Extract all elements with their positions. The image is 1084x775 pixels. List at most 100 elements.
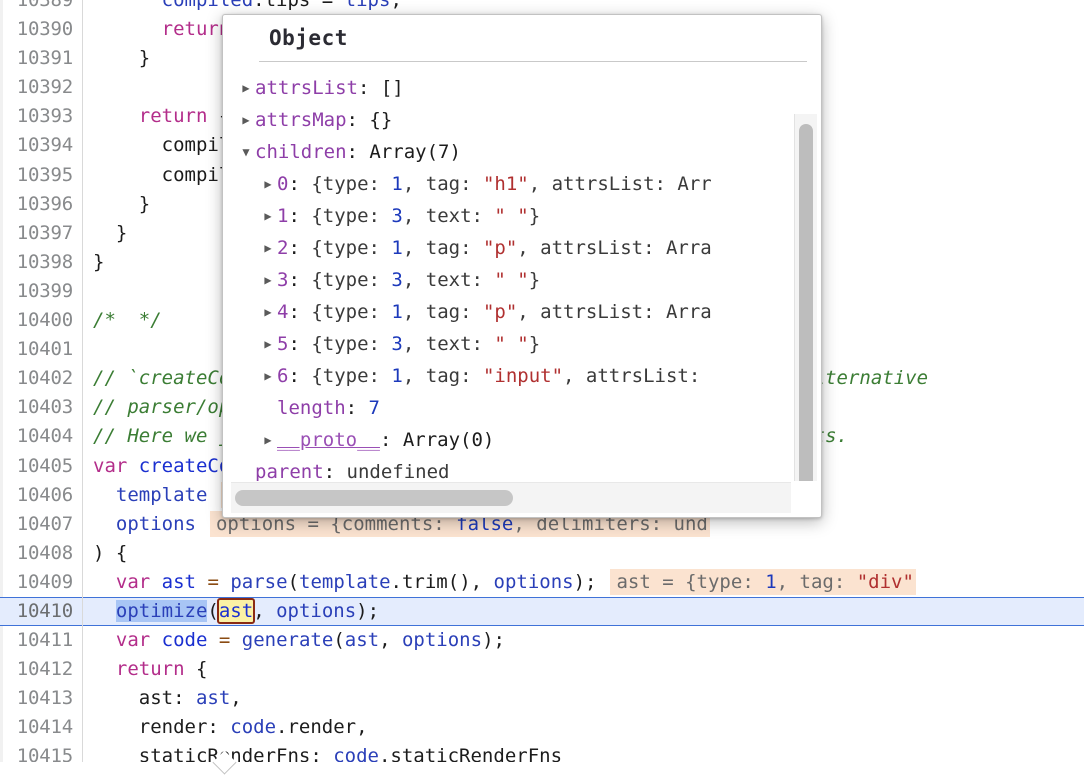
object-tree-row[interactable]: ▶ 5: {type: 3, text: " "} — [223, 328, 821, 360]
tree-token: 3 — [391, 333, 403, 355]
object-tree-row[interactable]: ▶ attrsList: [] — [223, 72, 821, 104]
tree-token: "h1" — [482, 173, 529, 195]
popup-horizontal-scroll-thumb[interactable] — [235, 490, 513, 506]
tree-token: children — [255, 141, 347, 163]
object-tree-row[interactable]: ▼ children: Array(7) — [223, 136, 821, 168]
inline-debug-value[interactable]: ast = {type: 1, tag: "div" — [610, 568, 916, 595]
tree-token: {} — [369, 109, 393, 131]
object-tree-row[interactable]: ▶ 6: {type: 1, tag: "input", attrsList: — [223, 360, 821, 392]
code-line[interactable]: 10408) { — [0, 538, 1084, 568]
object-tree[interactable]: ▶ attrsList: [] ▶ attrsMap: {} ▼ children: Ar… — [223, 66, 821, 481]
tree-token: 1 — [391, 237, 403, 259]
disclosure-collapsed-icon[interactable]: ▶ — [259, 296, 277, 328]
inline-debug-token: ast = {type: — [616, 570, 766, 593]
disclosure-expanded-icon[interactable]: ▼ — [237, 136, 255, 168]
popup-tree-body[interactable]: ▶ attrsList: [] ▶ attrsMap: {} ▼ children: Ar… — [223, 66, 821, 481]
gutter-divider — [82, 335, 83, 365]
code-line[interactable]: 10415 staticRenderFns: code.staticRender… — [0, 742, 1084, 762]
object-tree-row[interactable]: ▶ 2: {type: 1, tag: "p", attrsList: Arra — [223, 232, 821, 264]
tree-token: 3 — [277, 269, 289, 291]
popup-horizontal-scrollbar[interactable] — [231, 482, 791, 513]
tree-token: 0 — [277, 173, 289, 195]
code-token: (), — [447, 570, 494, 593]
tree-token: " " — [494, 205, 529, 227]
tree-token: {type: — [311, 205, 392, 227]
tree-token: , attrsList: Arr — [528, 173, 712, 195]
tree-token: " " — [494, 269, 529, 291]
disclosure-collapsed-icon[interactable]: ▶ — [259, 200, 277, 232]
object-tree-row[interactable]: ▶ __proto__: Array(0) — [223, 424, 821, 456]
code-line[interactable]: 10411 var code = generate(ast, options); — [0, 626, 1084, 656]
disclosure-collapsed-icon[interactable]: ▶ — [259, 424, 277, 456]
object-tree-row[interactable]: ·parent: undefined — [223, 456, 821, 481]
object-tree-row[interactable]: ▶ 4: {type: 1, tag: "p", attrsList: Arra — [223, 296, 821, 328]
tree-token: , attrsList: Arra — [517, 301, 712, 323]
code-line-current[interactable]: 10410 optimize(ast, options); — [0, 596, 1084, 627]
code-line[interactable]: 10412 return { — [0, 655, 1084, 685]
code-line[interactable]: 10389 compiled.tips = tips; — [0, 0, 1084, 16]
disclosure-collapsed-icon[interactable]: ▶ — [259, 232, 277, 264]
object-tree-row[interactable]: ▶ attrsMap: {} — [223, 104, 821, 136]
disclosure-collapsed-icon[interactable]: ▶ — [259, 360, 277, 392]
disclosure-collapsed-icon[interactable]: ▶ — [259, 264, 277, 296]
gutter-divider — [82, 276, 83, 307]
object-tree-row[interactable]: ▶ 0: {type: 1, tag: "h1", attrsList: Arr — [223, 168, 821, 200]
line-number: 10393 — [16, 105, 73, 128]
code-token: code — [333, 745, 379, 762]
code-line[interactable]: 10409 var ast = parse(template.trim(), o… — [0, 567, 1084, 597]
disclosure-placeholder-icon: · — [237, 456, 255, 481]
code-token: ); — [482, 629, 505, 652]
code-token: ast — [216, 597, 256, 624]
tree-token: : — [288, 365, 312, 387]
tree-token: , attrsList: — [563, 365, 701, 387]
code-token: generate — [241, 629, 334, 652]
line-number: 10414 — [16, 716, 73, 739]
tree-token: : — [357, 77, 381, 99]
code-token: ast — [161, 570, 196, 593]
disclosure-collapsed-icon[interactable]: ▶ — [259, 168, 277, 200]
line-number: 10405 — [16, 454, 73, 477]
object-tree-row[interactable]: ▶ 1: {type: 3, text: " "} — [223, 200, 821, 232]
code-text: var ast = parse(template.trim(), options… — [83, 568, 1084, 597]
inline-debug-token: , tag: — [776, 570, 857, 593]
disclosure-collapsed-icon[interactable]: ▶ — [237, 72, 255, 104]
code-token: return — [115, 658, 185, 681]
object-tree-row[interactable]: ·length: 7 — [223, 392, 821, 424]
code-text: optimize(ast, options); — [83, 597, 1084, 626]
code-token: = — [207, 570, 219, 593]
tree-token: __proto__ — [277, 429, 380, 451]
disclosure-placeholder-icon: · — [259, 392, 277, 424]
line-number: 10394 — [16, 134, 73, 157]
line-number: 10413 — [16, 687, 73, 710]
line-number: 10391 — [16, 47, 73, 70]
disclosure-collapsed-icon[interactable]: ▶ — [237, 104, 255, 136]
popup-vertical-scroll-thumb[interactable] — [799, 124, 813, 481]
popup-vertical-scrollbar[interactable] — [794, 114, 817, 481]
code-token: ast — [344, 629, 380, 652]
disclosure-collapsed-icon[interactable]: ▶ — [259, 328, 277, 360]
tree-token: 1 — [391, 173, 403, 195]
line-number: 10398 — [16, 250, 73, 273]
line-number: 10412 — [16, 658, 73, 681]
tree-token: : — [323, 461, 347, 481]
line-number: 10395 — [16, 163, 73, 186]
debugger-object-popup[interactable]: Object ▶ attrsList: [] ▶ attrsMap: {} ▼ child… — [222, 14, 822, 518]
code-token: parse — [230, 570, 288, 593]
code-token: ) { — [93, 541, 128, 564]
tree-token: attrsList — [255, 77, 358, 99]
code-token: tips — [344, 0, 391, 11]
tree-token: 3 — [391, 205, 403, 227]
tree-token: "p" — [482, 237, 518, 259]
tree-token: : — [288, 333, 312, 355]
code-line[interactable]: 10413 ast: ast, — [0, 684, 1084, 714]
code-line[interactable]: 10414 render: code.render, — [0, 713, 1084, 743]
tree-token: {type: — [311, 365, 392, 387]
object-tree-row[interactable]: ▶ 3: {type: 3, text: " "} — [223, 264, 821, 296]
